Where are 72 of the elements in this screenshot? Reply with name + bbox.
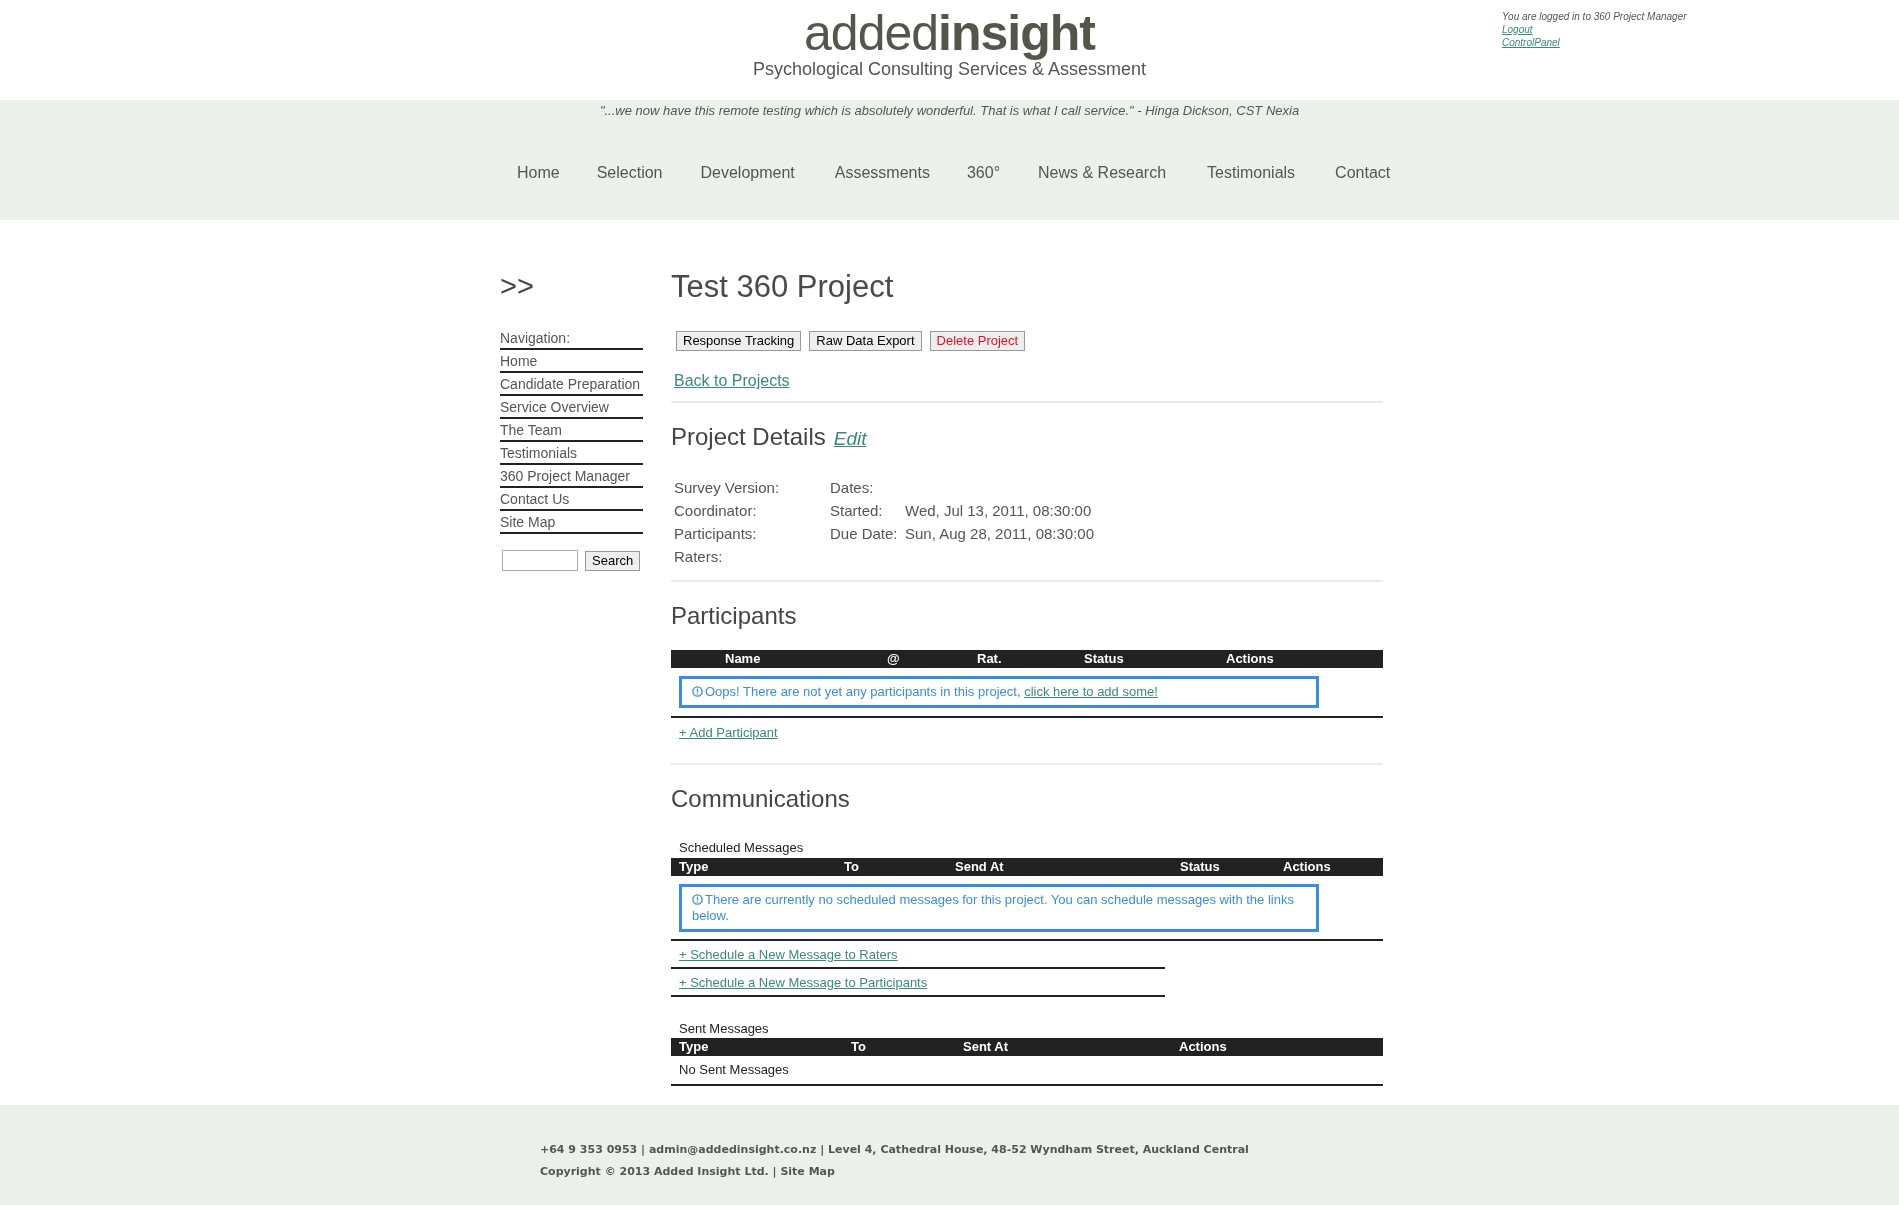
column-header: Rat. xyxy=(977,650,1003,669)
detail-label: Dates: xyxy=(830,477,875,498)
action-button[interactable]: Response Tracking xyxy=(676,331,802,352)
info-notice: Oops! There are not yet any participants in this project, click here to add some! xyxy=(679,676,1319,709)
schedule-link[interactable]: + Schedule a New Message to Raters xyxy=(679,946,898,962)
detail-label: Survey Version: xyxy=(674,477,781,498)
column-header: @ xyxy=(887,650,901,669)
sidebar-item[interactable]: Contact Us xyxy=(500,488,643,511)
column-header: Actions xyxy=(1179,1038,1227,1057)
info-notice: There are currently no scheduled messages for this project. You can schedule messages with the links below. xyxy=(679,883,1319,932)
sidebar-item[interactable]: Testimonials xyxy=(500,442,643,465)
nav-link[interactable]: News & Research xyxy=(1038,161,1167,185)
column-header: Sent At xyxy=(963,1038,1010,1057)
action-button[interactable]: Raw Data Export xyxy=(809,331,922,352)
section-heading: Communications xyxy=(671,785,851,815)
detail-label: Participants: xyxy=(674,523,758,544)
detail-label: Coordinator: xyxy=(674,500,758,521)
column-header: Type xyxy=(679,857,710,876)
column-header: Send At xyxy=(955,857,1005,876)
detail-label: Due Date: xyxy=(830,523,899,544)
logo: addedinsight xyxy=(804,8,1095,58)
column-header: Status xyxy=(1180,857,1221,876)
footer-contact: +64 9 353 0953 | admin@addedinsight.co.nz | Level 4, Cathedral House, 48-52 Wyndham Street, Auckland Central xyxy=(540,1142,1250,1158)
column-header: Name xyxy=(725,650,762,669)
sidebar-item[interactable]: 360 Project Manager xyxy=(500,465,643,488)
page-title: Test 360 Project xyxy=(671,268,895,306)
nav-link[interactable]: Development xyxy=(700,161,795,185)
header-link[interactable]: ControlPanel xyxy=(1502,37,1560,48)
detail-label: Started: xyxy=(830,500,884,521)
column-header: Actions xyxy=(1226,650,1274,669)
column-header: To xyxy=(844,857,860,876)
column-header: To xyxy=(851,1038,867,1057)
column-header: Status xyxy=(1084,650,1125,669)
nav-link[interactable]: Assessments xyxy=(834,161,930,185)
sidebar-heading: Navigation: xyxy=(500,327,643,350)
add-link[interactable]: click here to add some! xyxy=(1024,684,1158,700)
sidebar-item[interactable]: The Team xyxy=(500,419,643,442)
nav-link[interactable]: 360° xyxy=(966,161,1001,185)
info-icon xyxy=(692,893,703,905)
nav-link[interactable]: Home xyxy=(517,161,560,185)
sidebar-item[interactable]: Home xyxy=(500,350,643,373)
detail-label: Raters: xyxy=(674,546,724,567)
column-header: Actions xyxy=(1283,857,1331,876)
search-button[interactable]: Search xyxy=(585,550,641,571)
tagline: Psychological Consulting Services & Assessment xyxy=(752,60,1147,78)
table-caption: Sent Messages xyxy=(678,1019,770,1038)
nav-link[interactable]: Selection xyxy=(596,161,663,185)
sidebar-item[interactable]: Site Map xyxy=(500,511,643,534)
testimonial-quote: "...we now have this remote testing which is absolutely wonderful. That is what I call service." - Hinga Dickson, CST Nexia xyxy=(599,102,1300,118)
detail-value: Wed, Jul 13, 2011, 08:30:00 xyxy=(905,500,1092,521)
edit-link[interactable]: Edit xyxy=(833,425,867,454)
action-button[interactable]: Delete Project xyxy=(929,331,1026,352)
section-heading: Participants xyxy=(671,601,798,631)
back-link[interactable]: Back to Projects xyxy=(674,372,790,390)
detail-value: Sun, Aug 28, 2011, 08:30:00 xyxy=(905,523,1095,544)
header-link[interactable]: Logout xyxy=(1502,24,1533,35)
section-heading: Project Details xyxy=(671,423,826,452)
sidebar-item[interactable]: Candidate Preparation xyxy=(500,373,643,396)
login-status: You are logged in to 360 Project Manager xyxy=(1502,10,1687,23)
nav-link[interactable]: Contact xyxy=(1335,161,1391,185)
arrow-text: >> xyxy=(500,272,535,301)
footer-link[interactable]: Site Map xyxy=(780,1165,835,1178)
sidebar-item[interactable]: Service Overview xyxy=(500,396,643,419)
add-participant-link[interactable]: + Add Participant xyxy=(679,725,778,741)
footer-copyright: Copyright © 2013 Added Insight Ltd. | xyxy=(540,1165,778,1178)
info-icon xyxy=(692,686,703,698)
column-header: Type xyxy=(679,1038,710,1057)
empty-message: No Sent Messages xyxy=(679,1062,789,1078)
table-caption: Scheduled Messages xyxy=(678,839,805,858)
nav-link[interactable]: Testimonials xyxy=(1207,161,1296,185)
search-field[interactable] xyxy=(502,550,578,571)
schedule-link[interactable]: + Schedule a New Message to Participants xyxy=(679,974,928,990)
